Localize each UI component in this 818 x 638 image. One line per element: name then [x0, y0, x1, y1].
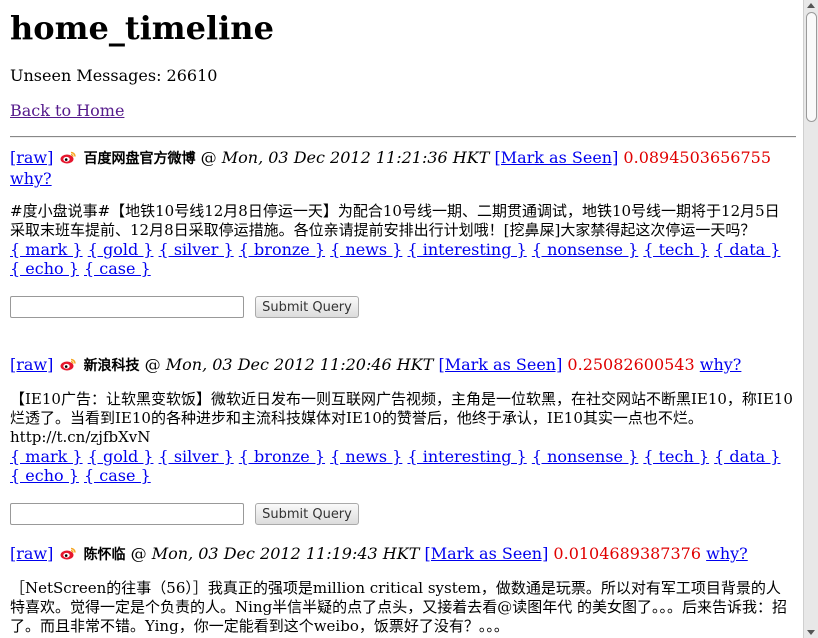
tag-silver-link[interactable]: { silver } [159, 240, 234, 259]
relevance-score: 0.0104689387376 [553, 544, 702, 563]
post-date: Mon, 03 Dec 2012 11:19:43 HKT [151, 544, 420, 563]
tag-case-link[interactable]: { case } [84, 259, 151, 278]
relevance-score: 0.0894503656755 [623, 148, 772, 167]
tag-mark-link[interactable]: { mark } [10, 447, 83, 466]
mark-as-seen-link[interactable]: [Mark as Seen] [438, 355, 562, 374]
tag-gold-link[interactable]: { gold } [88, 447, 154, 466]
why-link[interactable]: why? [700, 355, 742, 374]
tag-echo-link[interactable]: { echo } [10, 259, 79, 278]
vertical-scrollbar[interactable] [803, 0, 818, 638]
tag-tech-link[interactable]: { tech } [643, 447, 709, 466]
tag-interesting-link[interactable]: { interesting } [407, 447, 526, 466]
mark-as-seen-link[interactable]: [Mark as Seen] [424, 544, 548, 563]
tag-case-link[interactable]: { case } [84, 466, 151, 485]
tag-form: Submit Query [10, 503, 794, 527]
weibo-icon [60, 547, 77, 560]
why-link[interactable]: why? [10, 169, 52, 188]
timeline-post: [raw] 新浪科技 @ Mon, 03 Dec 2012 11:20:46 H… [10, 355, 794, 527]
raw-link[interactable]: [raw] [10, 355, 53, 374]
tag-form: Submit Query [10, 296, 794, 320]
author-name: 百度网盘官方微博 [83, 151, 196, 167]
tag-news-link[interactable]: { news } [330, 240, 402, 259]
tag-bronze-link[interactable]: { bronze } [239, 240, 325, 259]
at-sign: @ [200, 148, 217, 167]
post-date: Mon, 03 Dec 2012 11:21:36 HKT [221, 148, 490, 167]
timeline-post: [raw] 陈怀临 @ Mon, 03 Dec 2012 11:19:43 HK… [10, 544, 794, 636]
tag-links: { mark } { gold } { silver } { bronze } … [10, 447, 794, 485]
scroll-down-arrow-icon[interactable] [807, 630, 815, 635]
page-title: home_timeline [10, 9, 274, 47]
weibo-icon [60, 151, 77, 164]
relevance-score: 0.25082600543 [567, 355, 695, 374]
tag-echo-link[interactable]: { echo } [10, 466, 79, 485]
tag-interesting-link[interactable]: { interesting } [407, 240, 526, 259]
tag-bronze-link[interactable]: { bronze } [239, 447, 325, 466]
post-date: Mon, 03 Dec 2012 11:20:46 HKT [165, 355, 434, 374]
tag-input[interactable] [10, 503, 244, 525]
post-text: 【IE10广告：让软黑变软饭】微软近日发布一则互联网广告视频，主角是一位软黑，在… [10, 390, 793, 446]
post-text: #度小盘说事#【地铁10号线12月8日停运一天】为配合10号线一期、二期贯通调试… [10, 202, 780, 239]
raw-link[interactable]: [raw] [10, 544, 53, 563]
tag-data-link[interactable]: { data } [714, 240, 780, 259]
author-name: 新浪科技 [83, 358, 140, 374]
weibo-icon [60, 358, 77, 371]
tag-news-link[interactable]: { news } [330, 447, 402, 466]
tag-gold-link[interactable]: { gold } [88, 240, 154, 259]
unseen-count: Unseen Messages: 26610 [10, 66, 218, 85]
page: home_timeline Unseen Messages: 26610 Bac… [0, 0, 804, 638]
post-header: [raw] 百度网盘官方微博 @ Mon, 03 Dec 2012 11:21:… [10, 148, 794, 188]
tag-data-link[interactable]: { data } [714, 447, 780, 466]
post-text: ［NetScreen的往事（56）］我真正的强项是million critica… [10, 579, 787, 635]
scrollbar-thumb[interactable] [806, 12, 817, 122]
tag-tech-link[interactable]: { tech } [643, 240, 709, 259]
post-header: [raw] 陈怀临 @ Mon, 03 Dec 2012 11:19:43 HK… [10, 544, 794, 565]
at-sign: @ [130, 544, 147, 563]
tag-silver-link[interactable]: { silver } [159, 447, 234, 466]
at-sign: @ [144, 355, 161, 374]
mark-as-seen-link[interactable]: [Mark as Seen] [494, 148, 618, 167]
author-name: 陈怀临 [83, 547, 126, 563]
divider [10, 136, 796, 138]
raw-link[interactable]: [raw] [10, 148, 53, 167]
timeline-post: [raw] 百度网盘官方微博 @ Mon, 03 Dec 2012 11:21:… [10, 148, 794, 320]
tag-nonsense-link[interactable]: { nonsense } [532, 240, 638, 259]
tag-input[interactable] [10, 296, 244, 318]
back-to-home-link[interactable]: Back to Home [10, 101, 124, 120]
tag-nonsense-link[interactable]: { nonsense } [532, 447, 638, 466]
tag-links: { mark } { gold } { silver } { bronze } … [10, 240, 794, 278]
submit-query-button[interactable]: Submit Query [255, 296, 359, 318]
post-header: [raw] 新浪科技 @ Mon, 03 Dec 2012 11:20:46 H… [10, 355, 794, 376]
why-link[interactable]: why? [706, 544, 748, 563]
scroll-up-arrow-icon[interactable] [807, 3, 815, 8]
submit-query-button[interactable]: Submit Query [255, 503, 359, 525]
tag-mark-link[interactable]: { mark } [10, 240, 83, 259]
